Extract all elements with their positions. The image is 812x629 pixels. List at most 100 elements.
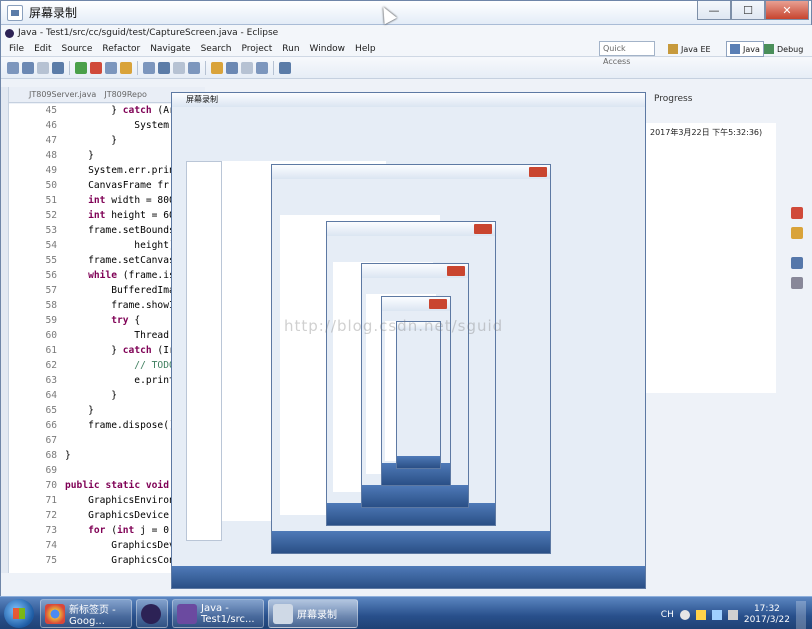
line-number: 51: [45, 195, 57, 206]
toolbar-button-icon[interactable]: [90, 61, 102, 74]
volume-icon[interactable]: [727, 610, 738, 620]
window-titlebar[interactable]: 屏幕录制 — ☐ ✕: [1, 1, 811, 25]
taskbar-item-screen-record[interactable]: 屏幕录制: [268, 599, 358, 628]
toolbar-button-icon[interactable]: [22, 61, 34, 74]
code-text: while (frame.is: [88, 270, 175, 281]
ime-indicator[interactable]: CH: [661, 610, 674, 620]
perspective-java-label: Java: [743, 44, 760, 54]
code-text: GraphicsDev: [65, 540, 175, 551]
code-text: try {: [111, 315, 141, 326]
minimize-button[interactable]: —: [697, 1, 731, 20]
progress-view: [646, 123, 776, 393]
toolbar-button-icon[interactable]: [158, 61, 170, 74]
help-icon[interactable]: [679, 610, 690, 620]
line-number: 53: [45, 225, 57, 236]
code-text: int height = 60: [88, 210, 175, 221]
taskbar-item-java[interactable]: Java - Test1/src...: [172, 599, 264, 628]
toolbar-button-icon[interactable]: [143, 61, 155, 74]
menu-project[interactable]: Project: [241, 44, 272, 54]
code-text: }: [65, 150, 94, 161]
toolbar-button-icon[interactable]: [241, 61, 253, 74]
toolbar-button-icon[interactable]: [75, 61, 87, 74]
java-icon: [730, 44, 740, 54]
toolbar-button-icon[interactable]: [279, 61, 291, 74]
code-text: }: [65, 405, 94, 416]
start-button[interactable]: [4, 599, 34, 628]
network-icon[interactable]: [711, 610, 722, 620]
toolbar-separator: [137, 60, 138, 75]
menu-help[interactable]: Help: [355, 44, 376, 54]
code-text: System.err.prin: [65, 165, 175, 176]
toolbar-button-icon[interactable]: [173, 61, 185, 74]
menu-window[interactable]: Window: [310, 44, 346, 54]
window-title: 屏幕录制: [29, 6, 78, 20]
code-text: e.print: [65, 375, 175, 386]
code-editor[interactable]: 45 } catch (Ar 46 System. 47 } 48 } 49 Syste…: [9, 104, 177, 573]
menu-edit[interactable]: Edit: [34, 44, 51, 54]
clock[interactable]: 17:32 2017/3/22: [744, 604, 790, 626]
toolbar-button-icon[interactable]: [105, 61, 117, 74]
flag-icon[interactable]: [695, 610, 706, 620]
line-number: 71: [45, 495, 57, 506]
show-desktop-button[interactable]: [796, 601, 806, 629]
taskbar: 新标签页 - Goog... Java - Test1/src... 屏幕录制 …: [0, 596, 812, 629]
quick-access-input[interactable]: Quick Access: [599, 41, 655, 66]
tab-jt809repo[interactable]: JT809Repo: [104, 90, 147, 99]
toolbar-button-icon[interactable]: [120, 61, 132, 74]
line-number: 56: [45, 270, 57, 281]
right-panel: [646, 397, 783, 571]
line-number: 58: [45, 300, 57, 311]
main-toolbar: [1, 57, 812, 79]
perspective-debug-label: Debug: [777, 44, 804, 54]
right-trim: [783, 101, 812, 571]
tab-jt809server[interactable]: JT809Server.java: [29, 90, 96, 99]
code-text: BufferedIma: [65, 285, 175, 296]
line-number: 57: [45, 285, 57, 296]
system-tray: CH 17:32 2017/3/22: [661, 601, 806, 629]
toolbar-button-icon[interactable]: [188, 61, 200, 74]
line-number: 60: [45, 330, 57, 341]
perspective-java-ee[interactable]: Java EE: [665, 41, 714, 57]
line-number: 55: [45, 255, 57, 266]
code-text: CanvasFrame fr: [65, 180, 169, 191]
line-number: 72: [45, 510, 57, 521]
perspective-debug[interactable]: Debug: [761, 41, 806, 57]
menu-refactor[interactable]: Refactor: [102, 44, 140, 54]
toolbar-button-icon[interactable]: [7, 61, 19, 74]
close-button[interactable]: ✕: [765, 1, 809, 20]
code-text: frame.setCanvas: [65, 255, 175, 266]
console-icon[interactable]: [791, 277, 803, 289]
code-text: frame.showI: [65, 300, 175, 311]
code-text: int width = 800: [88, 195, 175, 206]
menu-run[interactable]: Run: [282, 44, 299, 54]
warning-icon[interactable]: [791, 227, 803, 239]
line-number: 64: [45, 390, 57, 401]
app-icon: [7, 4, 23, 21]
perspective-java[interactable]: Java: [726, 41, 764, 57]
toolbar-button-icon[interactable]: [226, 61, 238, 74]
toolbar-button-icon[interactable]: [256, 61, 268, 74]
code-text: GraphicsCon: [65, 555, 175, 566]
taskbar-item-chrome[interactable]: 新标签页 - Goog...: [40, 599, 132, 628]
line-number: 74: [45, 540, 57, 551]
line-number: 67: [45, 435, 57, 446]
code-text: GraphicsDevice[: [65, 510, 175, 521]
line-number: 69: [45, 465, 57, 476]
toolbar-button-icon[interactable]: [211, 61, 223, 74]
menu-source[interactable]: Source: [62, 44, 93, 54]
menu-navigate[interactable]: Navigate: [150, 44, 190, 54]
view-icon[interactable]: [791, 257, 803, 269]
toolbar-button-icon[interactable]: [37, 61, 49, 74]
screen-record-window: 屏幕录制 — ☐ ✕ Java - Test1/src/cc/sguid/tes…: [0, 0, 812, 597]
line-number: 47: [45, 135, 57, 146]
eclipse-logo-icon: [5, 28, 14, 38]
debug-icon: [764, 44, 774, 54]
error-icon[interactable]: [791, 207, 803, 219]
menu-search[interactable]: Search: [201, 44, 232, 54]
chrome-icon: [45, 603, 65, 624]
taskbar-item-eclipse-launcher[interactable]: [136, 599, 168, 628]
toolbar-button-icon[interactable]: [52, 61, 64, 74]
line-number: 63: [45, 375, 57, 386]
menu-file[interactable]: File: [9, 44, 24, 54]
maximize-button[interactable]: ☐: [731, 1, 765, 20]
